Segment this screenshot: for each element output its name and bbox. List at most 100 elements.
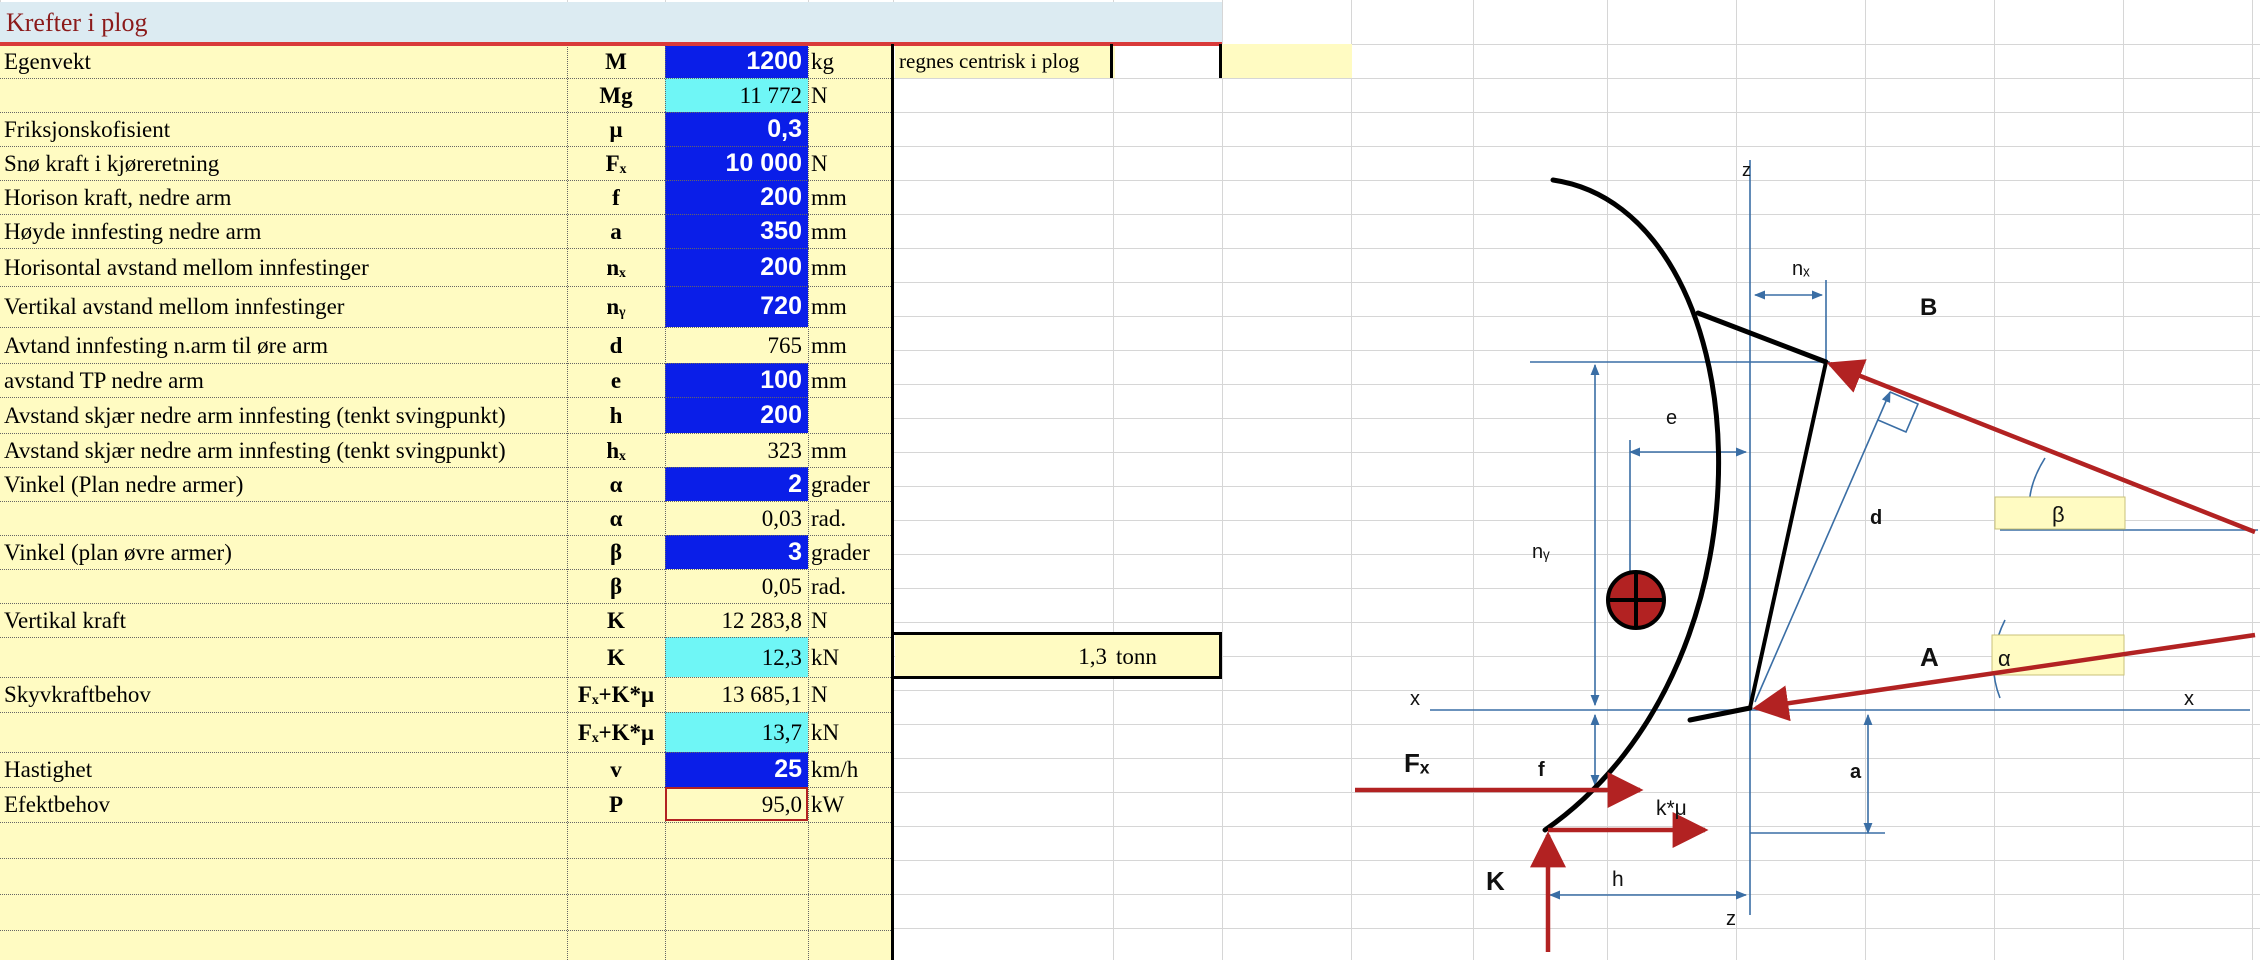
row-label[interactable]: Vinkel (plan øvre armer) (0, 535, 567, 569)
row-symbol[interactable]: Fₓ+K*μ (567, 677, 665, 712)
row-symbol[interactable]: Mg (567, 78, 665, 112)
row-label[interactable]: Vinkel (Plan nedre armer) (0, 467, 567, 501)
row-label[interactable] (0, 501, 567, 535)
row-label[interactable]: Friksjonskofisient (0, 112, 567, 146)
row-label[interactable]: Avtand innfesting n.arm til øre arm (0, 327, 567, 363)
row-label[interactable]: Skyvkraftbehov (0, 677, 567, 712)
input-value-cell[interactable]: 200 (665, 180, 808, 214)
A-label: A (1920, 642, 1939, 672)
row-symbol[interactable]: hₓ (567, 433, 665, 467)
row-label[interactable]: Egenvekt (0, 44, 567, 78)
row-label[interactable] (0, 78, 567, 112)
computed-value-cell[interactable]: 0,05 (665, 569, 808, 603)
input-value-cell[interactable]: 2 (665, 467, 808, 501)
plow (1542, 177, 1829, 833)
input-value-cell[interactable]: 0,3 (665, 112, 808, 146)
row-symbol[interactable]: a (567, 214, 665, 248)
row-label[interactable]: Avstand skjær nedre arm innfesting (tenk… (0, 433, 567, 467)
computed-value-cell[interactable]: 13,7 (665, 712, 808, 752)
row-symbol[interactable]: e (567, 363, 665, 397)
computed-value-cell[interactable]: 0,03 (665, 501, 808, 535)
input-value-cell[interactable]: 25 (665, 752, 808, 787)
row-symbol[interactable]: K (567, 637, 665, 677)
row-label[interactable]: Horisontal avstand mellom innfestinger (0, 248, 567, 286)
input-value-cell[interactable]: 100 (665, 363, 808, 397)
row-label[interactable]: avstand TP nedre arm (0, 363, 567, 397)
input-value-cell[interactable]: 1200 (665, 44, 808, 78)
row-unit[interactable]: grader (808, 535, 893, 569)
computed-value-cell[interactable]: 12,3 (665, 637, 808, 677)
row-unit[interactable]: mm (808, 248, 893, 286)
row-unit[interactable]: grader (808, 467, 893, 501)
Fx-label: Fₓ (1404, 748, 1430, 778)
alpha-label: α (1998, 646, 2011, 671)
row-unit[interactable]: mm (808, 180, 893, 214)
row-label[interactable]: Avstand skjær nedre arm innfesting (tenk… (0, 397, 567, 433)
row-symbol[interactable]: h (567, 397, 665, 433)
input-value-cell[interactable]: 720 (665, 286, 808, 327)
note-cell[interactable]: regnes centrisk i plog (895, 44, 1115, 78)
row-unit[interactable]: mm (808, 433, 893, 467)
row-symbol[interactable]: Fₓ+K*μ (567, 712, 665, 752)
row-symbol[interactable]: d (567, 327, 665, 363)
row-unit[interactable]: kW (808, 787, 893, 821)
row-label[interactable] (0, 569, 567, 603)
row-symbol[interactable]: Fₓ (567, 146, 665, 180)
row-symbol[interactable]: α (567, 501, 665, 535)
input-value-cell[interactable]: 350 (665, 214, 808, 248)
row-symbol[interactable]: β (567, 535, 665, 569)
row-symbol[interactable]: M (567, 44, 665, 78)
row-symbol[interactable]: α (567, 467, 665, 501)
computed-value-cell[interactable]: 13 685,1 (665, 677, 808, 712)
row-label[interactable]: Vertikal kraft (0, 603, 567, 637)
computed-value-cell[interactable]: 323 (665, 433, 808, 467)
input-value-cell[interactable]: 200 (665, 397, 808, 433)
row-symbol[interactable]: nₓ (567, 248, 665, 286)
row-unit[interactable]: km/h (808, 752, 893, 787)
row-unit[interactable]: N (808, 78, 893, 112)
row-label[interactable]: Vertikal avstand mellom innfestinger (0, 286, 567, 327)
row-symbol[interactable]: f (567, 180, 665, 214)
row-unit[interactable]: rad. (808, 501, 893, 535)
nx-label: nₓ (1792, 258, 1810, 280)
row-label[interactable]: Snø kraft i kjøreretning (0, 146, 567, 180)
row-unit[interactable]: mm (808, 214, 893, 248)
input-value-cell[interactable]: 3 (665, 535, 808, 569)
row-label[interactable]: Høyde innfesting nedre arm (0, 214, 567, 248)
row-unit[interactable]: N (808, 603, 893, 637)
row-unit[interactable] (808, 397, 893, 433)
row-symbol[interactable]: nᵧ (567, 286, 665, 327)
row-unit[interactable]: N (808, 677, 893, 712)
row-unit[interactable]: mm (808, 327, 893, 363)
row-unit[interactable]: kg (808, 44, 893, 78)
plow-blade (1542, 177, 1722, 833)
row-unit[interactable] (808, 112, 893, 146)
input-value-cell[interactable]: 200 (665, 248, 808, 286)
computed-value-cell[interactable]: 765 (665, 327, 808, 363)
row-unit[interactable]: kN (808, 637, 893, 677)
f-label: f (1538, 759, 1545, 781)
computed-value-cell[interactable]: 12 283,8 (665, 603, 808, 637)
row-label[interactable] (0, 712, 567, 752)
computed-value-cell[interactable]: 11 772 (665, 78, 808, 112)
tonn-unit-cell[interactable]: tonn (1113, 634, 1222, 678)
row-symbol[interactable]: μ (567, 112, 665, 146)
tonn-value-cell[interactable]: 1,3 (895, 634, 1113, 678)
row-unit[interactable]: mm (808, 363, 893, 397)
row-symbol[interactable]: v (567, 752, 665, 787)
h-label: h (1612, 868, 1624, 891)
row-label[interactable]: Horison kraft, nedre arm (0, 180, 567, 214)
row-label[interactable]: Hastighet (0, 752, 567, 787)
row-symbol[interactable]: P (567, 787, 665, 821)
row-symbol[interactable]: β (567, 569, 665, 603)
row-unit[interactable]: rad. (808, 569, 893, 603)
e-label: e (1666, 407, 1677, 429)
input-value-cell[interactable]: 10 000 (665, 146, 808, 180)
row-label[interactable] (0, 637, 567, 677)
row-unit[interactable]: mm (808, 286, 893, 327)
row-symbol[interactable]: K (567, 603, 665, 637)
row-unit[interactable]: N (808, 146, 893, 180)
sheet-title[interactable]: Krefter i plog (0, 2, 1222, 44)
row-label[interactable]: Efektbehov (0, 787, 567, 821)
row-unit[interactable]: kN (808, 712, 893, 752)
